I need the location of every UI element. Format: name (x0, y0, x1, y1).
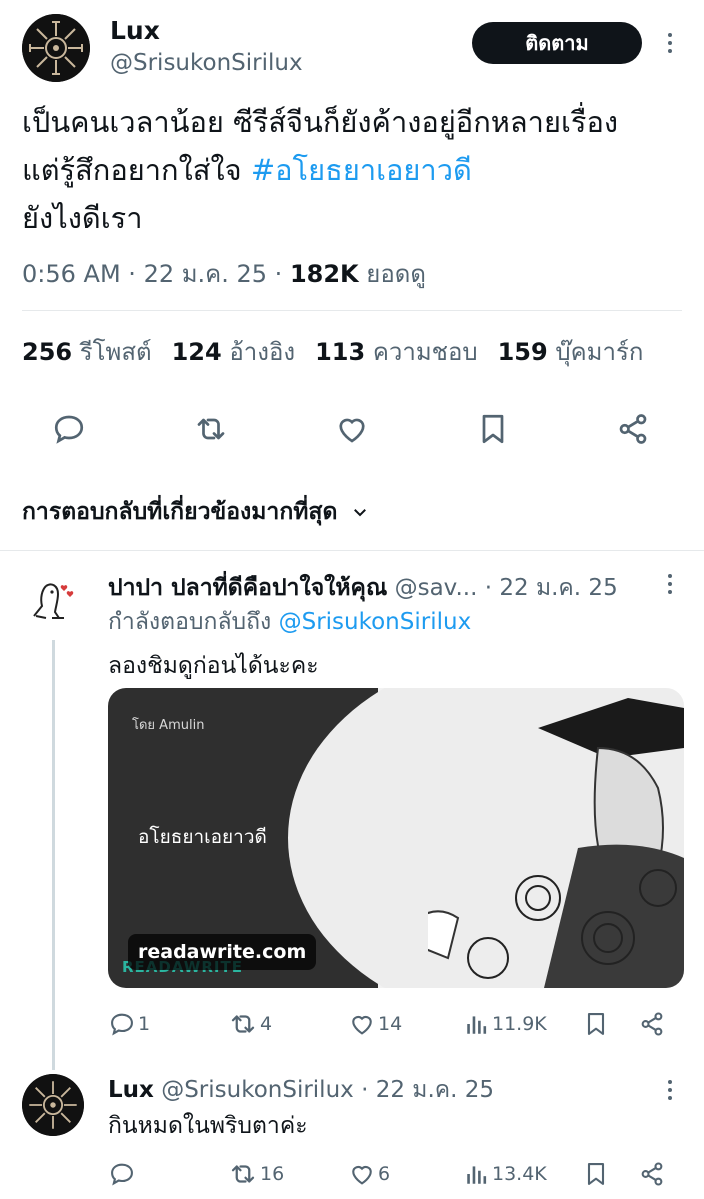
reply-reply-button[interactable] (108, 1160, 138, 1188)
views-count: 11.9K (492, 1013, 547, 1035)
like-heart-icon (352, 1015, 372, 1035)
more-options-icon[interactable] (660, 1078, 680, 1102)
reply-avatar[interactable] (22, 1074, 84, 1136)
views-count: 13.4K (492, 1163, 547, 1185)
sort-label: การตอบกลับที่เกี่ยวข้องมากที่สุด (22, 499, 338, 525)
hashtag-link[interactable]: #อโยธยาเอยาวดี (251, 153, 472, 187)
engagement-stats: 256 รีโพสต์ 124 อ้างอิง 113 ความชอบ 159 … (22, 332, 643, 371)
like-heart-icon[interactable] (333, 410, 371, 448)
more-options-icon[interactable] (658, 30, 682, 56)
views-label: ยอดดู (366, 260, 426, 288)
reply-count: 1 (138, 1013, 151, 1035)
like-count: 14 (378, 1013, 403, 1035)
reply-avatar[interactable] (22, 570, 84, 632)
reply-author-handle[interactable]: @SrisukonSirilux (161, 1077, 354, 1103)
chevron-down-icon (354, 509, 367, 517)
like-count: 6 (378, 1163, 391, 1185)
lux-logo-icon (22, 14, 90, 82)
illustration-soldier-icon (428, 698, 684, 988)
replying-to-label: กำลังตอบกลับถึง (108, 609, 279, 635)
views-chart-icon (467, 1016, 487, 1034)
tweet-text: เป็นคนเวลาน้อย ซีรีส์จีนก็ยังค้างอยู่อีก… (22, 98, 682, 242)
reply-like-button[interactable]: 6 (348, 1160, 390, 1188)
tweet-time[interactable]: 0:56 AM (22, 260, 121, 288)
repost-icon (231, 1015, 255, 1033)
share-icon[interactable] (614, 410, 652, 448)
author-handle[interactable]: @SrisukonSirilux (110, 50, 303, 76)
thread-line (52, 640, 55, 1070)
bookmark-icon[interactable] (474, 410, 512, 448)
share-icon[interactable] (638, 1010, 666, 1038)
reply-views-button[interactable]: 13.4K (464, 1161, 547, 1187)
repost-icon (231, 1165, 255, 1183)
reply-date[interactable]: · 22 ม.ค. 25 (485, 575, 618, 601)
tweet-text-line3: ยังไงดีเรา (22, 201, 143, 235)
tweet-text-line1: เป็นคนเวลาน้อย ซีรีส์จีนก็ยังค้างอยู่อีก… (22, 105, 619, 139)
card-domain: readawrite.com (128, 934, 317, 970)
repost-count: 16 (260, 1163, 285, 1185)
reply-text: กินหมดในพริบตาค่ะ (108, 1113, 308, 1139)
reply-like-button[interactable]: 14 (348, 1010, 402, 1038)
bookmark-icon[interactable] (582, 1160, 610, 1188)
reply-date[interactable]: · 22 ม.ค. 25 (361, 1077, 494, 1103)
repost-count: 4 (260, 1013, 273, 1035)
link-preview-card[interactable]: โดย Amulin อโยธยาเอยาวดี READAWRITE read… (108, 688, 684, 988)
reply-reply-button[interactable]: 1 (108, 1010, 150, 1038)
like-heart-icon (352, 1165, 372, 1185)
tweet-meta: 0:56 AM · 22 ม.ค. 25 · 182K ยอดดู (22, 260, 426, 288)
reply-icon[interactable] (50, 410, 88, 448)
reposts-stat[interactable]: 256 รีโพสต์ (22, 332, 152, 371)
repost-icon[interactable] (192, 410, 230, 448)
tweet-text-line2: แต่รู้สึกอยากใส่ใจ #อโยธยาเอยาวดี (22, 146, 682, 194)
reply-icon (111, 1163, 133, 1186)
replying-to-handle[interactable]: @SrisukonSirilux (279, 609, 472, 635)
reply-action-bar: 1 4 14 11.9K (108, 1008, 684, 1040)
card-author-label: โดย Amulin (132, 718, 205, 733)
lux-logo-icon (22, 1074, 84, 1136)
reply-text: ลองชิมดูก่อนได้นะคะ (108, 653, 319, 679)
views-chart-icon (467, 1166, 487, 1184)
tweet-text-line2-prefix: แต่รู้สึกอยากใส่ใจ (22, 153, 251, 187)
more-options-icon[interactable] (660, 572, 680, 596)
reply-author-name[interactable]: ปาปา ปลาที่ดีคือปาใจให้คุณ (108, 575, 387, 601)
reply-sort-selector[interactable]: การตอบกลับที่เกี่ยวข้องมากที่สุด (22, 494, 369, 530)
divider (0, 550, 704, 551)
reply-action-bar: 16 6 13.4K (108, 1158, 684, 1190)
likes-stat[interactable]: 113 ความชอบ (315, 332, 478, 371)
author-avatar[interactable] (22, 14, 90, 82)
replying-to: กำลังตอบกลับถึง @SrisukonSirilux (108, 604, 471, 640)
share-icon[interactable] (638, 1160, 666, 1188)
card-title: อโยธยาเอยาวดี (138, 826, 267, 848)
reply-repost-button[interactable]: 16 (228, 1159, 284, 1189)
reply-icon (111, 1013, 133, 1036)
divider (22, 310, 682, 311)
reply-header: ปาปา ปลาที่ดีคือปาใจให้คุณ @sav... · 22 … (108, 570, 618, 606)
author-name[interactable]: Lux (110, 16, 160, 45)
reply-header: Lux @SrisukonSirilux · 22 ม.ค. 25 (108, 1072, 494, 1108)
bookmark-icon[interactable] (582, 1010, 610, 1038)
reply-author-name[interactable]: Lux (108, 1077, 154, 1103)
tweet-date[interactable]: 22 ม.ค. 25 (144, 260, 267, 288)
reply-repost-button[interactable]: 4 (228, 1009, 272, 1039)
reply-views-button[interactable]: 11.9K (464, 1011, 547, 1037)
reply-author-handle[interactable]: @sav... (395, 575, 478, 601)
views-count: 182K (289, 260, 359, 288)
follow-button[interactable]: ติดตาม (472, 22, 642, 64)
bookmarks-stat[interactable]: 159 บุ๊คมาร์ก (498, 332, 644, 371)
quotes-stat[interactable]: 124 อ้างอิง (172, 332, 296, 371)
doodle-avatar-icon (33, 583, 74, 619)
